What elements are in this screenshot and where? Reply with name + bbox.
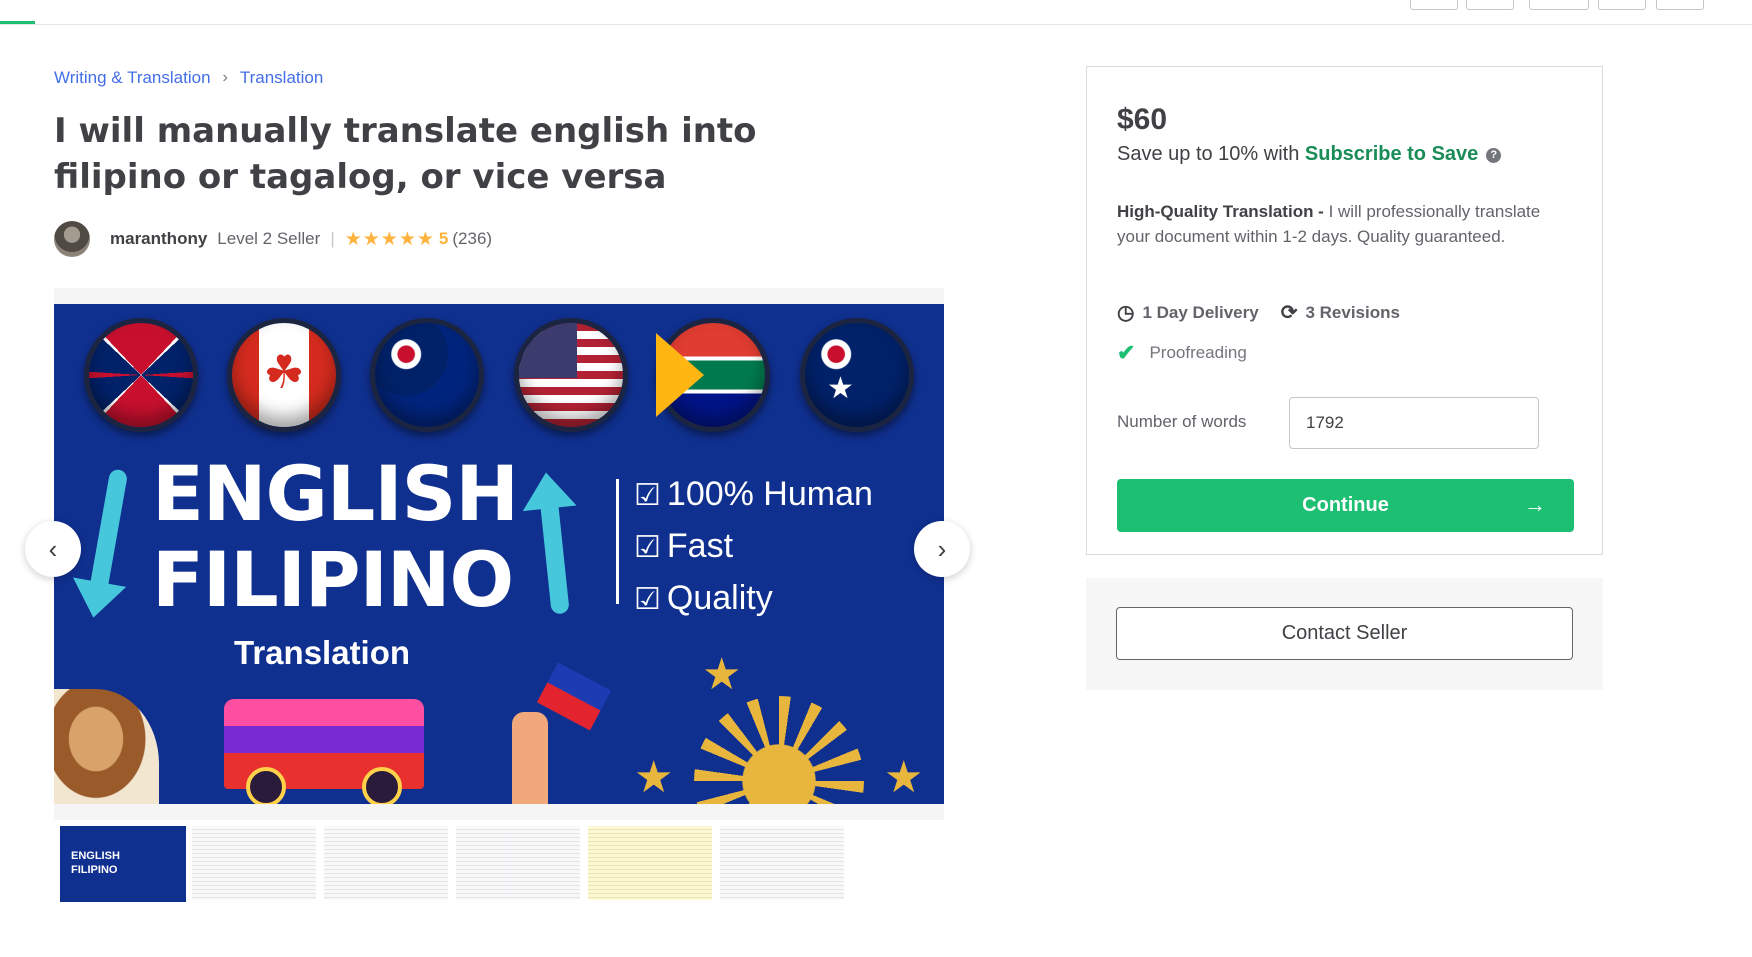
checkbox-icon: ☑ (634, 479, 661, 512)
nav-active-indicator (0, 21, 35, 24)
package-meta: ◷ 1 Day Delivery ⟳ 3 Revisions (1117, 300, 1400, 325)
australia-flag-icon (800, 318, 914, 432)
subscribe-save-line: Save up to 10% with Subscribe to Save? (1117, 143, 1502, 166)
checkbox-icon: ☑ (634, 531, 661, 564)
number-of-words-input[interactable] (1289, 397, 1539, 449)
breadcrumb-separator: › (222, 69, 228, 86)
nav-button[interactable] (1410, 0, 1458, 10)
feature-label: Proofreading (1149, 343, 1247, 362)
star-icon: ★ (634, 753, 674, 802)
usa-flag-icon (514, 318, 628, 432)
gallery-prev-button[interactable]: ‹ (25, 521, 81, 577)
sun-illustration (694, 696, 864, 804)
gallery-thumbnail[interactable] (456, 826, 580, 900)
package-title: High-Quality Translation - (1117, 202, 1329, 221)
uk-flag-icon (84, 318, 198, 432)
revisions-count: 3 Revisions (1305, 302, 1400, 322)
rating-score: 5 (438, 229, 449, 248)
package-price: $60 (1117, 103, 1168, 136)
jeepney-illustration (224, 699, 424, 804)
help-icon[interactable]: ? (1486, 148, 1502, 163)
hero-text-translation: Translation (234, 634, 411, 671)
gallery-main-image[interactable]: ENGLISH FILIPINO Translation ☑100% Human… (54, 304, 944, 804)
south-africa-flag-icon (656, 318, 770, 432)
gallery-thumbnail[interactable] (192, 826, 316, 900)
review-count[interactable]: (236) (452, 229, 492, 249)
gig-title: I will manually translate english into f… (54, 111, 757, 197)
refresh-icon: ⟳ (1280, 302, 1298, 324)
package-panel: $60 Save up to 10% with Subscribe to Sav… (1086, 66, 1603, 555)
hero-feature: ☑ 100% Human (634, 475, 873, 513)
eagle-illustration (54, 689, 159, 804)
divider: | (330, 229, 335, 248)
arrow-right-icon: → (1524, 492, 1546, 517)
gallery-thumbnail[interactable] (588, 826, 712, 900)
arrow-up-icon (540, 503, 570, 615)
gallery-next-button[interactable]: › (914, 521, 970, 577)
top-nav-bar (0, 0, 1752, 25)
arrow-down-icon (89, 468, 129, 590)
gallery-thumbnail[interactable] (324, 826, 448, 900)
continue-button[interactable]: Continue → (1117, 479, 1574, 532)
check-icon: ✔ (1117, 340, 1136, 365)
contact-seller-button[interactable]: Contact Seller (1116, 607, 1573, 660)
star-icon: ★ (702, 650, 742, 699)
breadcrumb: Writing & Translation › Translation (54, 68, 323, 88)
seller-name[interactable]: maranthony (110, 229, 207, 249)
hero-feature: ☑ Quality (634, 579, 773, 617)
hero-text-english: ENGLISH (152, 449, 519, 538)
seller-avatar[interactable] (54, 221, 90, 257)
hero-feature: ☑ Fast (634, 527, 734, 565)
nav-button[interactable] (1656, 0, 1704, 10)
subscribe-to-save-link[interactable]: Subscribe to Save (1305, 143, 1478, 165)
gig-gallery: ENGLISH FILIPINO Translation ☑100% Human… (54, 288, 944, 820)
gallery-thumbnail[interactable] (720, 826, 844, 900)
divider (616, 479, 619, 604)
package-description: High-Quality Translation - I will profes… (1117, 202, 1541, 246)
new-zealand-flag-icon (370, 318, 484, 432)
delivery-time: 1 Day Delivery (1142, 302, 1259, 322)
package-feature: ✔ Proofreading (1117, 340, 1247, 366)
nav-button[interactable] (1529, 0, 1589, 10)
checkbox-icon: ☑ (634, 583, 661, 616)
star-icon: ★ (884, 753, 924, 802)
clock-icon: ◷ (1117, 302, 1135, 324)
breadcrumb-category-link[interactable]: Writing & Translation (54, 68, 211, 88)
nav-button[interactable] (1466, 0, 1514, 10)
rating-stars-icon: ★★★★★ (344, 228, 435, 250)
philippines-flag-icon (536, 662, 612, 731)
seller-overview: maranthony Level 2 Seller | ★★★★★ 5 (236… (54, 220, 492, 258)
breadcrumb-subcategory-link[interactable]: Translation (240, 68, 323, 88)
contact-seller-section: Contact Seller (1086, 578, 1603, 690)
seller-level: Level 2 Seller (217, 229, 321, 248)
words-label: Number of words (1117, 412, 1247, 431)
fist-illustration (512, 712, 548, 804)
gallery-thumbnail[interactable] (60, 826, 186, 902)
nav-button[interactable] (1598, 0, 1646, 10)
canada-flag-icon (227, 318, 341, 432)
hero-text-filipino: FILIPINO (152, 535, 514, 624)
